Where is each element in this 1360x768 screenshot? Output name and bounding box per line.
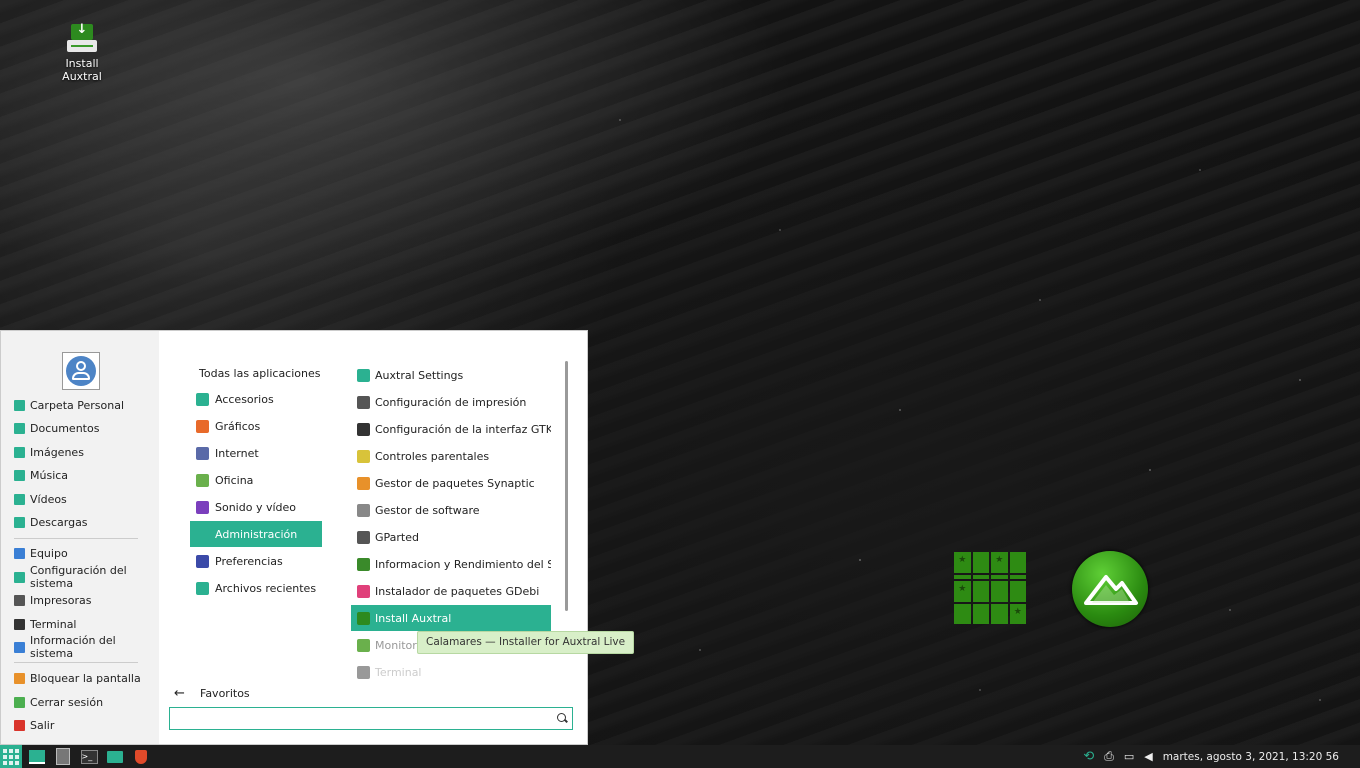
calculator-icon[interactable] [52, 748, 74, 766]
app-auxtral-settings[interactable]: Auxtral Settings [351, 362, 551, 388]
app-synaptic[interactable]: Gestor de paquetes Synaptic [351, 470, 551, 496]
category-recent-files[interactable]: Archivos recientes [190, 575, 322, 601]
network-icon[interactable]: ▭ [1124, 750, 1134, 763]
multimedia-icon [196, 500, 209, 514]
recent-files-icon [196, 581, 209, 595]
application-menu: Carpeta Personal Documentos Imágenes Mús… [0, 330, 635, 745]
place-music[interactable]: Música [14, 465, 68, 485]
app-tooltip: Calamares — Installer for Auxtral Live [417, 631, 635, 654]
folder-home-icon [14, 399, 25, 411]
app-grid-widget[interactable]: ★ ★ ★ ★ [954, 552, 1026, 624]
folder-music-icon [14, 469, 25, 481]
category-multimedia[interactable]: Sonido y vídeo [190, 494, 322, 520]
divider [14, 538, 138, 539]
place-documents[interactable]: Documentos [14, 418, 99, 438]
show-desktop-icon[interactable] [26, 748, 48, 766]
update-icon[interactable]: ⟲ [1083, 749, 1094, 764]
category-office[interactable]: Oficina [190, 467, 322, 493]
app-print-settings[interactable]: Configuración de impresión [351, 389, 551, 415]
brave-browser-icon[interactable] [130, 748, 152, 766]
installer-icon [357, 611, 370, 625]
window-icon [357, 422, 370, 436]
system-terminal[interactable]: Terminal [14, 614, 77, 634]
graphics-icon [196, 419, 209, 433]
clock[interactable]: martes, agosto 3, 2021, 13:20 56 [1163, 751, 1339, 763]
volume-icon[interactable]: ◀ [1144, 750, 1152, 763]
internet-icon [196, 446, 209, 460]
logout-icon [14, 696, 25, 708]
category-administration[interactable]: Administración [190, 521, 322, 547]
arrow-left-icon: ← [174, 686, 185, 701]
system-tray: ⟲ ⎙ ▭ ◀ martes, agosto 3, 2021, 13:20 56 [1083, 745, 1360, 768]
place-pictures[interactable]: Imágenes [14, 442, 84, 462]
app-install-auxtral[interactable]: Install Auxtral [351, 605, 551, 631]
terminal-icon [357, 665, 370, 679]
computer-icon [14, 547, 25, 559]
printer-icon [357, 395, 370, 409]
system-computer[interactable]: Equipo [14, 543, 68, 563]
folder-pictures-icon [14, 446, 25, 458]
printer-icon[interactable]: ⎙ [1104, 749, 1114, 764]
app-gdebi[interactable]: Instalador de paquetes GDebi [351, 578, 551, 604]
system-settings[interactable]: Configuración del sistema [14, 564, 159, 590]
gear-icon [357, 368, 370, 382]
system-info[interactable]: Información del sistema [14, 634, 159, 660]
app-system-info[interactable]: Informacion y Rendimiento del Sis... [351, 551, 551, 577]
printer-icon [14, 594, 25, 606]
preferences-icon [196, 554, 209, 568]
desktop-icon-install[interactable]: Install Auxtral [44, 22, 120, 83]
distro-logo-icon[interactable] [1072, 551, 1148, 627]
folder-videos-icon [14, 493, 25, 505]
folder-documents-icon [14, 422, 25, 434]
session-lock[interactable]: Bloquear la pantalla [14, 668, 141, 688]
category-accessories[interactable]: Accesorios [190, 386, 322, 412]
favorites-toggle[interactable]: ← Favoritos [174, 686, 250, 701]
office-icon [196, 473, 209, 487]
settings-icon [14, 571, 25, 583]
user-avatar-icon[interactable] [62, 352, 100, 390]
disk-icon [357, 530, 370, 544]
search-icon [557, 713, 566, 722]
package-icon [357, 476, 370, 490]
administration-icon [196, 527, 209, 541]
app-software-manager[interactable]: Gestor de software [351, 497, 551, 523]
place-downloads[interactable]: Descargas [14, 512, 88, 532]
category-preferences[interactable]: Preferencias [190, 548, 322, 574]
info-icon [14, 641, 25, 653]
taskbar: >_ ⟲ ⎙ ▭ ◀ martes, agosto 3, 2021, 13:20… [0, 745, 1360, 768]
category-internet[interactable]: Internet [190, 440, 322, 466]
folder-downloads-icon [14, 516, 25, 528]
parental-icon [357, 449, 370, 463]
monitor-icon [357, 557, 370, 571]
menu-sidebar: Carpeta Personal Documentos Imágenes Mús… [1, 331, 159, 744]
category-graphics[interactable]: Gráficos [190, 413, 322, 439]
app-gtk-settings[interactable]: Configuración de la interfaz GTK+ ... [351, 416, 551, 442]
terminal-icon[interactable]: >_ [78, 748, 100, 766]
desktop-icon-label: Install Auxtral [62, 57, 102, 83]
app-parental-controls[interactable]: Controles parentales [351, 443, 551, 469]
divider [14, 662, 138, 663]
apps-scrollbar[interactable] [565, 361, 568, 611]
place-home[interactable]: Carpeta Personal [14, 395, 124, 415]
installer-icon [67, 22, 97, 54]
terminal-icon [14, 618, 25, 630]
menu-button-icon[interactable] [0, 745, 22, 768]
app-terminal[interactable]: Terminal [351, 659, 551, 685]
monitor-icon [357, 638, 370, 652]
file-manager-icon[interactable] [104, 748, 126, 766]
category-all[interactable]: Todas las aplicaciones [199, 367, 320, 380]
search-input[interactable] [169, 707, 573, 730]
session-quit[interactable]: Salir [14, 715, 54, 735]
lock-icon [14, 672, 25, 684]
debian-icon [357, 584, 370, 598]
app-gparted[interactable]: GParted [351, 524, 551, 550]
accessories-icon [196, 392, 209, 406]
power-icon [14, 719, 25, 731]
place-videos[interactable]: Vídeos [14, 489, 67, 509]
system-printers[interactable]: Impresoras [14, 590, 91, 610]
software-icon [357, 503, 370, 517]
session-logout[interactable]: Cerrar sesión [14, 692, 103, 712]
